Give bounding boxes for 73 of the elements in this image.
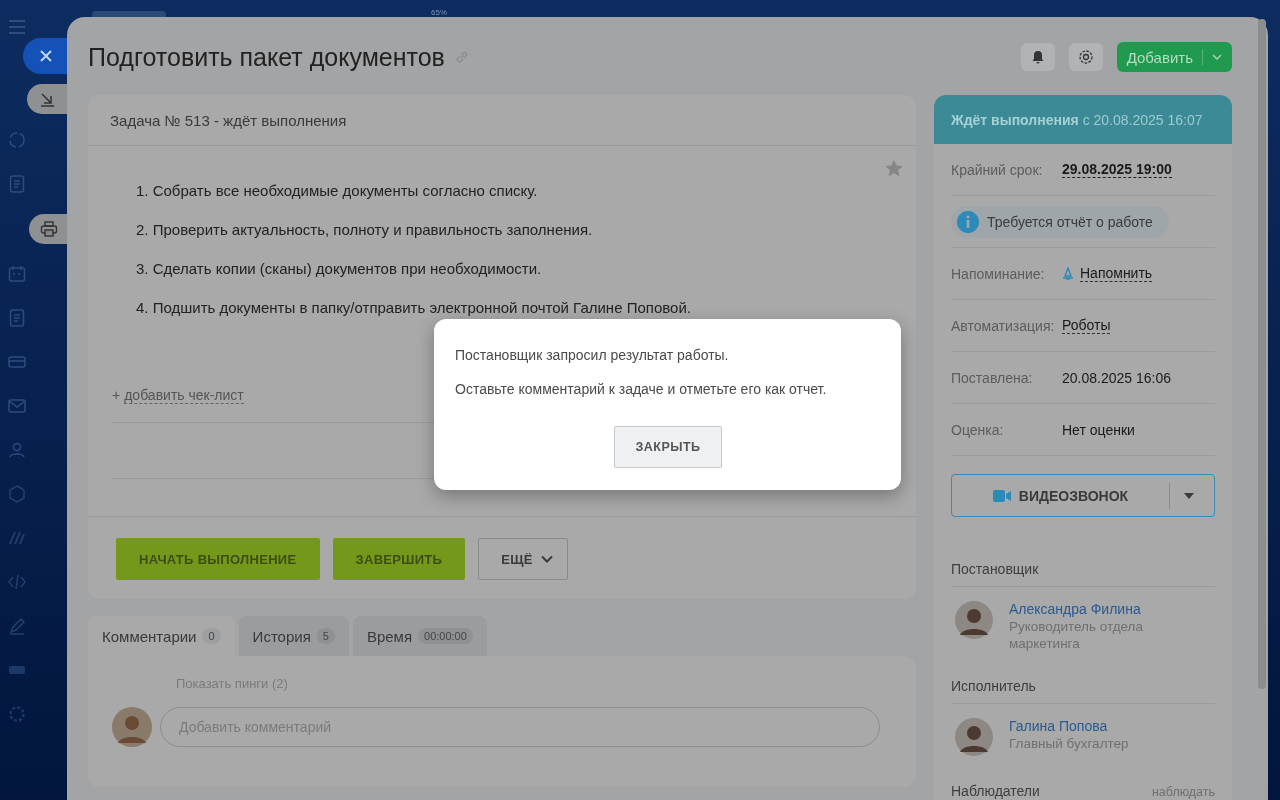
star-icon[interactable] <box>885 160 903 177</box>
cube-icon[interactable] <box>6 484 27 504</box>
status-state: Ждёт выполнения <box>951 111 1079 128</box>
add-button[interactable]: Добавить <box>1116 42 1232 72</box>
more-button[interactable]: ЕЩЁ <box>478 538 568 580</box>
avatar <box>955 718 993 756</box>
chevron-icon <box>1212 54 1222 60</box>
person-position: Руководитель отдела маркетинга <box>1009 618 1144 652</box>
field-label: Напоминание: <box>951 265 1046 282</box>
action-button[interactable]: ЗАВЕРШИТЬ <box>332 538 466 580</box>
printer-icon <box>39 221 58 237</box>
tab[interactable]: Комментарии 0 <box>88 616 235 656</box>
chevron-icon <box>540 555 553 563</box>
field-label: Оценка: <box>951 421 1005 438</box>
remind-link[interactable]: Напомнить <box>1080 265 1153 282</box>
bell-icon <box>1030 50 1045 64</box>
watch-link[interactable]: наблюдать <box>1151 785 1215 799</box>
calendar-icon[interactable] <box>6 264 27 284</box>
close-button[interactable] <box>22 38 69 74</box>
info-icon <box>957 210 979 233</box>
settings-button[interactable] <box>1068 43 1103 71</box>
person-name-link[interactable]: Александра Филина <box>1009 601 1215 618</box>
bell-icon <box>1062 267 1074 280</box>
role-heading: Постановщик <box>951 561 1215 587</box>
users-icon[interactable] <box>6 440 27 460</box>
plus-sign: + <box>112 387 121 404</box>
video-call-button[interactable]: ВИДЕОЗВОНОК <box>951 474 1215 517</box>
field-value: 20.08.2025 16:06 <box>1062 369 1171 386</box>
mail-icon[interactable] <box>6 396 27 416</box>
role-heading: Наблюдатели <box>951 783 1040 799</box>
deadline-link[interactable]: 29.08.2025 19:00 <box>1062 161 1172 178</box>
code-icon[interactable] <box>6 572 27 592</box>
field-value: Нет оценки <box>1062 421 1135 438</box>
print-button[interactable] <box>28 214 69 244</box>
checklist-step: 3. Сделать копии (сканы) документов при необходимости. <box>136 260 892 278</box>
notice-text: Требуется отчёт о работе <box>987 213 1153 230</box>
dialog-message: Постановщик запросил результат работы. <box>455 347 730 364</box>
field-label: Крайний срок: <box>951 161 1044 178</box>
add-checklist-link[interactable]: добавить чек-лист <box>124 387 244 404</box>
field-label: Поставлена: <box>951 369 1034 386</box>
close-dialog-button[interactable]: ЗАКРЫТЬ <box>614 426 722 468</box>
checklist-step: 1. Собрать все необходимые документы согласно списку. <box>136 182 892 200</box>
avatar <box>112 707 152 747</box>
caret-icon <box>1184 492 1194 499</box>
checklist-step: 4. Подшить документы в папку/отправить электронной почтой Галине Поповой. <box>136 299 892 317</box>
status-since: с 20.08.2025 16:07 <box>1082 111 1203 128</box>
person-name-link[interactable]: Галина Попова <box>1009 718 1129 735</box>
notifications-button[interactable] <box>1020 43 1055 71</box>
menu-icon[interactable] <box>7 20 26 34</box>
robots-link[interactable]: Роботы <box>1062 317 1111 334</box>
person-position: Главный бухгалтер <box>1009 735 1129 752</box>
zoom-percent: 65% <box>431 8 447 17</box>
role-heading: Исполнитель <box>951 678 1215 704</box>
tab-counter: 00:00:00 <box>418 628 473 644</box>
video-call-label: ВИДЕОЗВОНОК <box>1018 487 1129 504</box>
field-label: Автоматизация: <box>951 317 1056 334</box>
avatar <box>955 601 993 639</box>
tab-counter: 5 <box>316 628 335 644</box>
collapse-button[interactable] <box>26 84 67 114</box>
tab-counter: 0 <box>202 628 221 644</box>
refresh-icon[interactable] <box>6 130 27 150</box>
tab[interactable]: Время 00:00:00 <box>352 616 487 656</box>
action-button[interactable]: НАЧАТЬ ВЫПОЛНЕНИЕ <box>116 538 320 580</box>
top-tab[interactable] <box>92 11 166 17</box>
checklist-step: 2. Проверить актуальность, полноту и правильность заполнения. <box>136 221 892 239</box>
tab[interactable]: История 5 <box>238 616 349 656</box>
arrow-icon <box>38 91 55 107</box>
scrollbar[interactable] <box>1258 19 1266 689</box>
dialog-message: Оставьте комментарий к задаче и отметьте его как отчет. <box>455 381 828 398</box>
page-title: Подготовить пакет документов <box>88 42 445 72</box>
camera-icon <box>992 489 1011 502</box>
task-heading: Задача № 513 - ждёт выполнения <box>110 111 347 129</box>
close-icon <box>38 49 53 63</box>
